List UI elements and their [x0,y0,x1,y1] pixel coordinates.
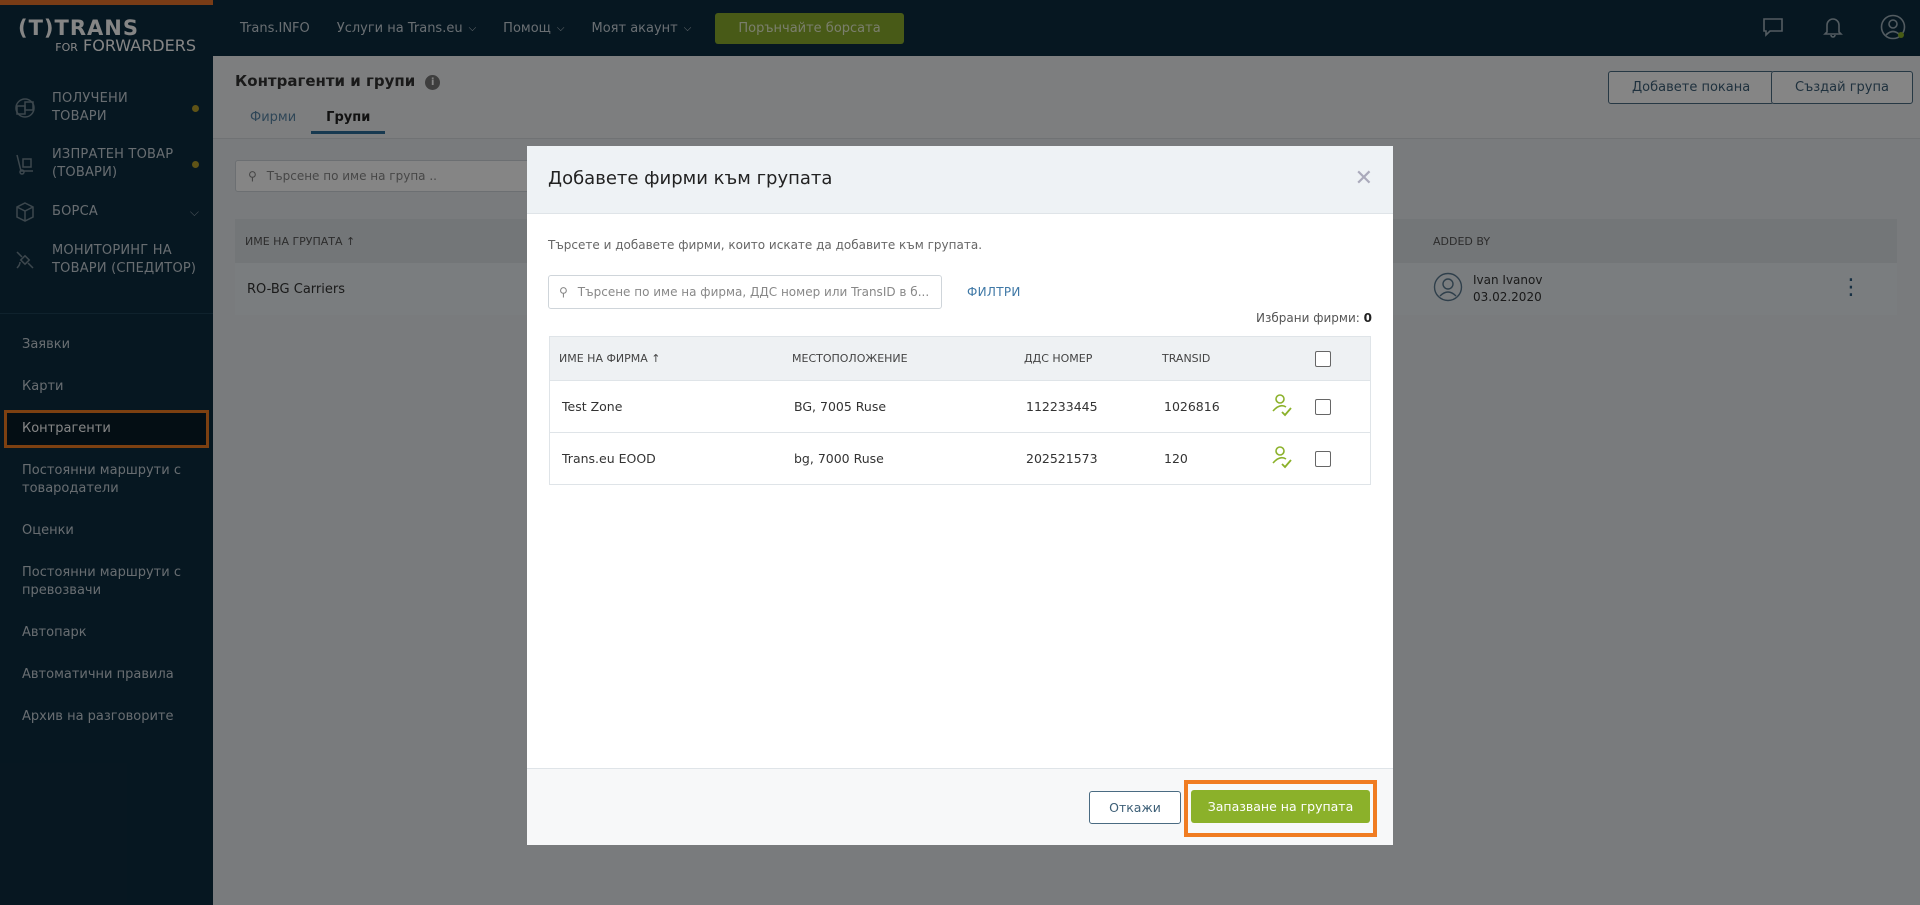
companies-table: ИМЕ НА ФИРМА ↑ МЕСТОПОЛОЖЕНИЕ ДДС НОМЕР … [549,336,1371,485]
search-placeholder: Търсене по име на фирма, ДДС номер или T… [577,285,930,299]
filters-button[interactable]: ФИЛТРИ [967,285,1021,299]
company-name: Trans.eu EOOD [562,451,656,466]
save-group-button[interactable]: Запазване на групата [1191,790,1370,823]
table-header: ИМЕ НА ФИРМА ↑ МЕСТОПОЛОЖЕНИЕ ДДС НОМЕР … [550,337,1370,380]
col-location: МЕСТОПОЛОЖЕНИЕ [792,352,908,365]
col-vat: ДДС НОМЕР [1024,352,1093,365]
close-icon[interactable]: ✕ [1355,166,1373,191]
company-name: Test Zone [562,399,623,414]
modal-title: Добавете фирми към групата [548,168,833,189]
save-highlight: Запазване на групата [1184,780,1377,837]
selected-companies-count: Избрани фирми: 0 [1256,311,1372,325]
row-checkbox[interactable] [1315,398,1331,415]
user-check-icon[interactable] [1272,445,1292,474]
select-all-checkbox[interactable] [1315,350,1331,367]
row-checkbox[interactable] [1315,450,1331,467]
company-search-input[interactable]: ⚲ Търсене по име на фирма, ДДС номер или… [548,275,942,309]
company-vat: 202521573 [1026,451,1098,466]
user-check-icon[interactable] [1272,393,1292,422]
company-vat: 112233445 [1026,399,1098,414]
col-transid: TRANSID [1162,352,1211,365]
table-row: Trans.eu EOOD bg, 7000 Ruse 202521573 12… [550,432,1370,484]
company-transid: 1026816 [1164,399,1220,414]
add-companies-modal: Добавете фирми към групата ✕ Търсете и д… [527,146,1393,845]
company-location: BG, 7005 Ruse [794,399,887,414]
table-row: Test Zone BG, 7005 Ruse 112233445 102681… [550,380,1370,432]
company-location: bg, 7000 Ruse [794,451,884,466]
company-transid: 120 [1164,451,1188,466]
modal-footer: Откажи Запазване на групата [527,768,1393,845]
cancel-button[interactable]: Откажи [1089,791,1181,824]
col-company-name[interactable]: ИМЕ НА ФИРМА ↑ [559,352,661,365]
modal-description: Търсете и добавете фирми, които искате д… [548,238,983,252]
modal-header: Добавете фирми към групата ✕ [527,146,1393,214]
search-icon: ⚲ [559,285,568,299]
